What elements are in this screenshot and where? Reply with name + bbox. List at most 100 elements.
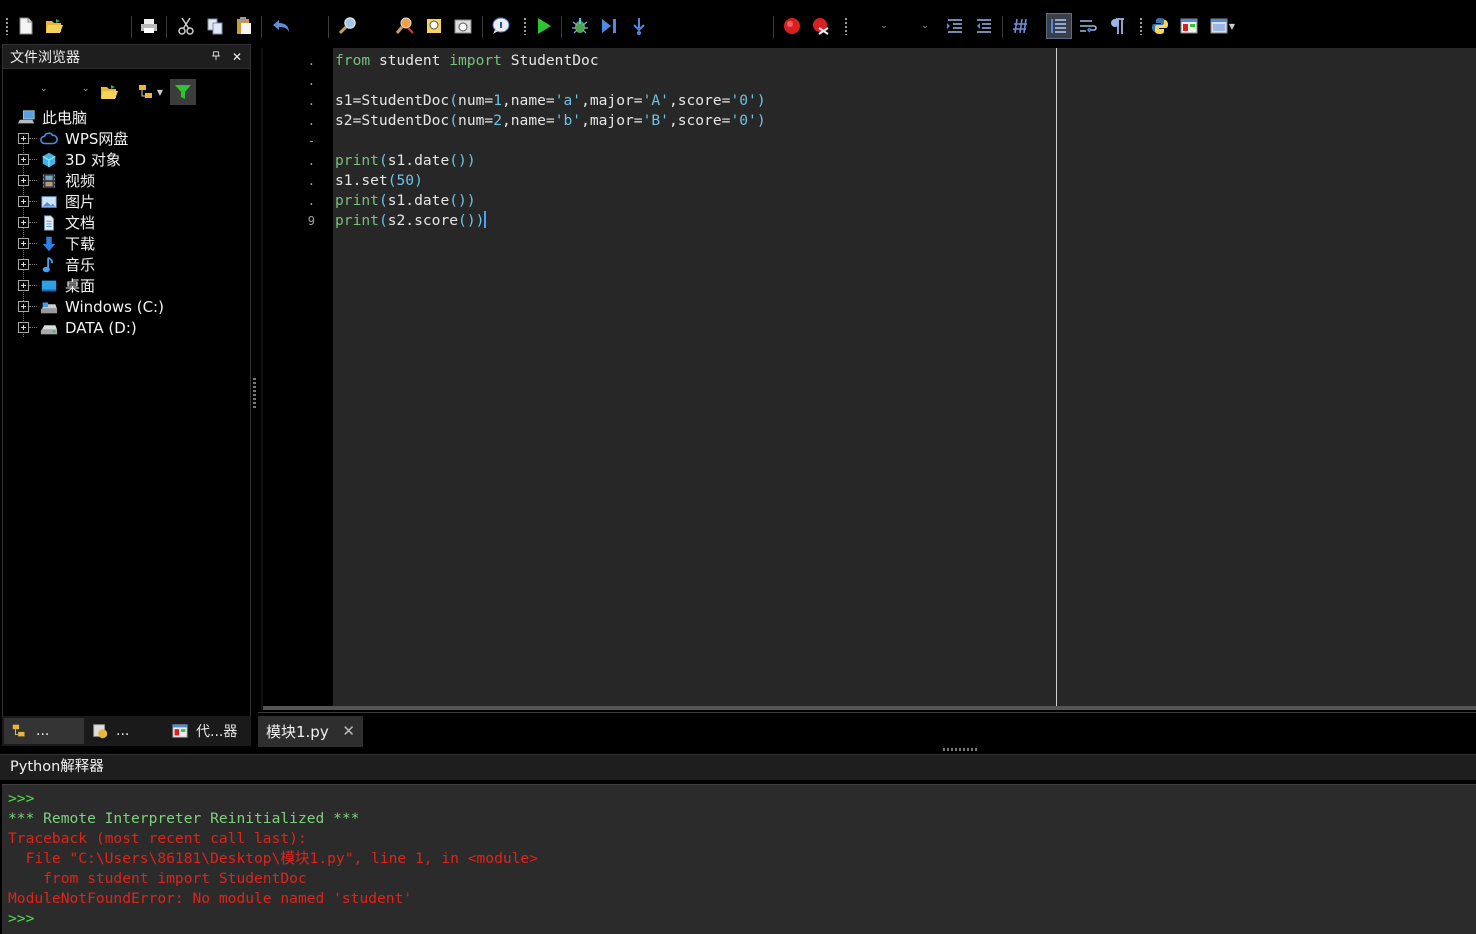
expand-plus-icon[interactable] bbox=[18, 133, 29, 144]
tree-item[interactable]: 下载 bbox=[3, 233, 250, 254]
tree-item[interactable]: 图片 bbox=[3, 191, 250, 212]
close-icon[interactable]: ✕ bbox=[342, 722, 355, 740]
find-window-button[interactable] bbox=[451, 14, 475, 38]
show-whitespace-button[interactable] bbox=[1105, 14, 1129, 38]
tree-item[interactable]: 3D 对象 bbox=[3, 149, 250, 170]
copy-button[interactable] bbox=[203, 14, 227, 38]
chevron-down-icon[interactable]: ⌄ bbox=[877, 17, 891, 35]
expand-plus-icon[interactable] bbox=[18, 322, 29, 333]
tab-code-browser[interactable]: 代...器 bbox=[164, 718, 250, 744]
cut-button[interactable] bbox=[174, 14, 198, 38]
tab-file-browser[interactable]: ... bbox=[4, 718, 84, 744]
code-line[interactable]: print(s2.score()) bbox=[335, 211, 766, 231]
code-token: 'b' bbox=[554, 112, 582, 129]
code-token: s1=StudentDoc bbox=[335, 92, 450, 109]
open-file-button[interactable] bbox=[42, 14, 66, 38]
expand-plus-icon[interactable] bbox=[18, 259, 29, 270]
indent-button[interactable] bbox=[943, 14, 967, 38]
python-interpreter-console[interactable]: >>> *** Remote Interpreter Reinitialized … bbox=[2, 784, 1476, 934]
filter-button[interactable] bbox=[170, 79, 196, 105]
toolbar-separator bbox=[261, 16, 262, 38]
tree-item[interactable]: 文档 bbox=[3, 212, 250, 233]
open-folder-button[interactable] bbox=[96, 79, 122, 105]
code-line[interactable]: print(s1.date()) bbox=[335, 191, 766, 211]
code-token: '0' bbox=[730, 112, 757, 129]
new-file-button[interactable] bbox=[14, 14, 38, 38]
expand-plus-icon[interactable] bbox=[18, 280, 29, 291]
paste-button[interactable] bbox=[232, 14, 256, 38]
gutter-marker[interactable]: . bbox=[263, 71, 315, 91]
step-over-button[interactable] bbox=[627, 14, 651, 38]
toggle-breakpoint-button[interactable] bbox=[780, 14, 804, 38]
horizontal-splitter-grip[interactable] bbox=[943, 748, 977, 751]
gutter-marker[interactable]: . bbox=[263, 111, 315, 131]
line-numbers-toggle[interactable] bbox=[1046, 13, 1072, 39]
code-line[interactable] bbox=[335, 71, 766, 91]
expand-plus-icon[interactable] bbox=[18, 196, 29, 207]
code-text[interactable]: from student import StudentDoc s1=Studen… bbox=[335, 51, 766, 231]
tab-module1[interactable]: 模块1.py ✕ bbox=[258, 716, 363, 747]
expand-plus-icon[interactable] bbox=[18, 238, 29, 249]
gutter-marker[interactable]: . bbox=[263, 191, 315, 211]
step-into-button[interactable] bbox=[597, 14, 621, 38]
pin-icon[interactable] bbox=[208, 50, 224, 64]
code-line[interactable]: print(s1.date()) bbox=[335, 151, 766, 171]
comment-button[interactable] bbox=[1009, 14, 1033, 38]
tree-item[interactable]: 音乐 bbox=[3, 254, 250, 275]
tree-item[interactable]: 桌面 bbox=[3, 275, 250, 296]
code-line[interactable]: s2=StudentDoc(num=2,name='b',major='B',s… bbox=[335, 111, 766, 131]
gutter-marker[interactable]: 9 bbox=[263, 211, 315, 231]
code-line[interactable]: from student import StudentDoc bbox=[335, 51, 766, 71]
word-wrap-button[interactable] bbox=[1076, 14, 1100, 38]
gutter-marker[interactable]: . bbox=[263, 91, 315, 111]
tree-item[interactable]: Windows (C:) bbox=[3, 296, 250, 317]
chevron-down-icon[interactable]: ⌄ bbox=[82, 84, 90, 94]
run-button[interactable] bbox=[532, 14, 556, 38]
find-button[interactable] bbox=[336, 14, 360, 38]
undo-button[interactable] bbox=[269, 14, 293, 38]
code-token: 'A' bbox=[642, 92, 669, 109]
close-icon[interactable]: ✕ bbox=[229, 50, 245, 64]
gutter-marker[interactable]: . bbox=[263, 151, 315, 171]
tab-project[interactable]: ... bbox=[84, 718, 164, 744]
chevron-down-icon[interactable]: ⌄ bbox=[40, 84, 48, 94]
code-line[interactable]: s1=StudentDoc(num=1,name='a',major='A',s… bbox=[335, 91, 766, 111]
editor-horizontal-scrollbar[interactable] bbox=[263, 706, 1476, 710]
print-button[interactable] bbox=[137, 14, 161, 38]
chevron-down-icon[interactable]: ⌄ bbox=[918, 17, 932, 35]
toolbar-grip[interactable] bbox=[845, 18, 847, 35]
tree-item[interactable]: 此电脑 bbox=[3, 107, 250, 128]
gutter-marker[interactable]: . bbox=[263, 51, 315, 71]
gutter-marker[interactable]: - bbox=[263, 131, 315, 151]
tree-item[interactable]: DATA (D:) bbox=[3, 317, 250, 338]
interpreter-output: >>> *** Remote Interpreter Reinitialized … bbox=[8, 789, 538, 929]
toolbar-grip[interactable] bbox=[524, 18, 526, 35]
file-browser-header: 文件浏览器 ✕ bbox=[3, 45, 250, 69]
vertical-splitter-grip[interactable] bbox=[253, 378, 256, 410]
open-folder-icon bbox=[46, 19, 63, 33]
code-browser-button[interactable] bbox=[1177, 14, 1201, 38]
code-line[interactable] bbox=[335, 131, 766, 151]
folder-tree-dropdown[interactable]: ▼ bbox=[135, 79, 165, 105]
expand-plus-icon[interactable] bbox=[18, 217, 29, 228]
tree-item-label: 3D 对象 bbox=[65, 151, 121, 169]
tree-item[interactable]: 视频 bbox=[3, 170, 250, 191]
code-line[interactable]: s1.set(50) bbox=[335, 171, 766, 191]
tree-item[interactable]: WPS网盘 bbox=[3, 128, 250, 149]
help-button[interactable] bbox=[488, 14, 512, 38]
expand-plus-icon[interactable] bbox=[18, 175, 29, 186]
clear-breakpoints-button[interactable] bbox=[809, 14, 833, 38]
expand-plus-icon[interactable] bbox=[18, 301, 29, 312]
find-files-button[interactable] bbox=[422, 14, 446, 38]
toolbar-grip[interactable] bbox=[6, 18, 8, 35]
find-replace-button[interactable] bbox=[393, 14, 417, 38]
expand-plus-icon[interactable] bbox=[18, 154, 29, 165]
tree-item-label: WPS网盘 bbox=[65, 130, 129, 148]
gutter-marker[interactable]: . bbox=[263, 171, 315, 191]
code-editor[interactable]: ....-...9 from student import StudentDoc… bbox=[261, 48, 1476, 710]
debug-button[interactable] bbox=[568, 14, 592, 38]
toolbar-grip[interactable] bbox=[1140, 18, 1142, 35]
dedent-button[interactable] bbox=[972, 14, 996, 38]
layout-dropdown-button[interactable]: ▼ bbox=[1206, 14, 1238, 38]
python-interpreter-button[interactable] bbox=[1148, 14, 1172, 38]
